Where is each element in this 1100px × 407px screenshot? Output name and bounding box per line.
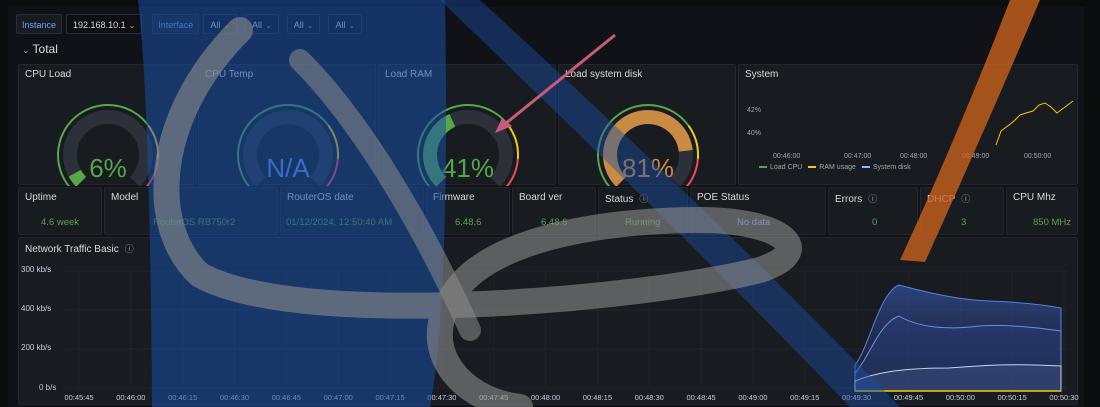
gauge-value: N/A	[266, 153, 310, 183]
info-icon[interactable]: ⓘ	[961, 194, 970, 204]
stat-panel-routeros-date[interactable]: RouterOS date 01/12/2024, 12:50:40 AM	[280, 187, 424, 235]
gauge-cpu-load: 6%	[57, 104, 159, 186]
gauge-panel-cpu-temp[interactable]: CPU Temp N/A	[198, 64, 376, 186]
stat-panel-dhcp[interactable]: DHCP ⓘ 3	[920, 187, 1004, 235]
stat-value: RouterOS RB750r2	[153, 217, 236, 228]
gauge-fill	[68, 169, 87, 186]
stat-value: 850 MHz	[1033, 217, 1072, 228]
panel-title: Uptime	[25, 192, 57, 203]
stat-value: 4.6 week	[41, 217, 80, 228]
variable-select-5[interactable]: All ⌄	[328, 14, 363, 34]
chevron-down-icon: ⌄	[22, 45, 30, 55]
stat-value: 3	[961, 217, 967, 228]
variables-bar: Instance 192.168.10.1 ⌄ Interface All ⌄ Al…	[16, 13, 368, 35]
stat-value: 0	[872, 217, 878, 228]
dashboard: Instance 192.168.10.1 ⌄ Interface All ⌄ Al…	[8, 7, 1084, 407]
stat-panel-uptime[interactable]: Uptime 4.6 week	[18, 187, 102, 235]
stat-value: 6.48.6	[541, 217, 568, 228]
stat-panel-board-ver[interactable]: Board ver 6.48.6	[512, 187, 596, 235]
gauge-panel-load-ram[interactable]: Load RAM 41%	[378, 64, 556, 186]
panel-title: Firmware	[433, 192, 475, 203]
info-icon[interactable]: ⓘ	[868, 194, 877, 204]
gauge-panel-system-disk[interactable]: Load system disk 81%	[558, 64, 736, 186]
chevron-down-icon: ⌄	[128, 21, 136, 30]
stat-panel-status[interactable]: Status ⓘ Running	[598, 187, 688, 235]
info-icon[interactable]: ⓘ	[639, 194, 648, 204]
gauge-value: 81%	[622, 153, 674, 183]
chevron-down-icon: ⌄	[306, 21, 314, 30]
gauge-value: 41%	[442, 153, 494, 183]
panel-title: Status ⓘ	[605, 194, 649, 205]
row-toggle-total[interactable]: ⌄ Total	[22, 42, 58, 56]
stat-value: 6.48.6	[455, 217, 482, 228]
stat-value: No data	[737, 217, 771, 228]
interface-label: Interface	[152, 14, 200, 34]
panel-title: Board ver	[519, 192, 563, 203]
variable-select-3[interactable]: All ⌄	[245, 14, 279, 34]
panel-title: Model	[111, 192, 139, 203]
stat-value: 01/12/2024, 12:50:40 AM	[286, 217, 393, 228]
stat-panel-firmware[interactable]: Firmware 6.48.6	[426, 187, 510, 235]
panel-title: RouterOS date	[287, 192, 354, 203]
system-panel[interactable]: System 42% 40% 00:46:00 00:47:00 00:48:0…	[738, 64, 1078, 185]
legend-item-ram-usage[interactable]: RAM usage	[808, 164, 856, 171]
gauge-value: 6%	[89, 153, 127, 183]
panel-title: CPU Mhz	[1013, 192, 1056, 203]
chevron-down-icon: ⌄	[265, 21, 272, 30]
stat-panel-errors[interactable]: Errors ⓘ 0	[828, 187, 918, 235]
system-legend: Load CPU RAM usage System disk	[759, 164, 911, 171]
stat-panel-poe-status[interactable]: POE Status No data	[690, 187, 826, 235]
panel-title: POE Status	[697, 192, 750, 203]
stat-panel-cpu-mhz[interactable]: CPU Mhz 850 MHz	[1006, 187, 1078, 235]
chevron-down-icon: ⌄	[223, 21, 231, 30]
panel-title: Errors ⓘ	[835, 194, 878, 205]
network-traffic-chart	[63, 270, 1067, 392]
gauge-load-ram: 41%	[417, 104, 519, 186]
gauge-panel-cpu-load[interactable]: CPU Load 6%	[18, 64, 196, 186]
variable-select-4[interactable]: All ⌄	[286, 14, 321, 34]
stat-panel-model[interactable]: Model RouterOS RB750r2	[104, 187, 278, 235]
chevron-down-icon: ⌄	[348, 21, 356, 30]
interface-select[interactable]: All ⌄	[203, 14, 238, 34]
stat-value: Running	[625, 217, 661, 228]
instance-select[interactable]: 192.168.10.1 ⌄	[66, 14, 143, 34]
gauge-cpu-temp: N/A	[237, 104, 339, 186]
instance-label: Instance	[16, 14, 63, 34]
gauge-system-disk: 81%	[597, 104, 699, 186]
legend-item-load-cpu[interactable]: Load CPU	[759, 164, 802, 171]
ram-usage-line	[995, 100, 1074, 146]
panel-title: DHCP ⓘ	[927, 194, 971, 205]
network-traffic-panel[interactable]: Network Traffic Basic ⓘ 300 kb/s 400 kb/s…	[18, 237, 1079, 405]
legend-item-system-disk[interactable]: System disk	[861, 164, 911, 171]
